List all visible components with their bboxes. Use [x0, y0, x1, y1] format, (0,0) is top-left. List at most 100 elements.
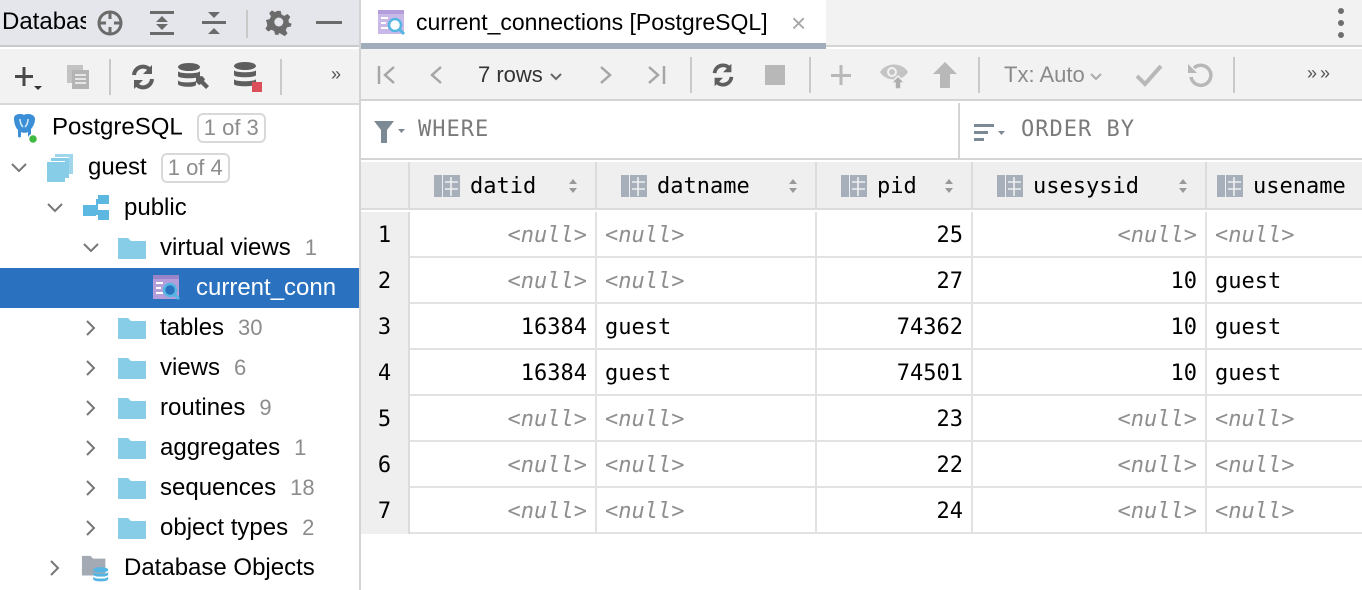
- cell-datid[interactable]: <null>: [410, 396, 597, 442]
- next-page-icon[interactable]: [589, 59, 621, 91]
- expand-all-icon[interactable]: [147, 8, 177, 38]
- more-actions-button[interactable]: »: [331, 64, 341, 85]
- tree-node-database-objects[interactable]: Database Objects: [0, 548, 359, 588]
- chevron-down-icon[interactable]: [9, 158, 29, 178]
- cell-datname[interactable]: <null>: [597, 488, 817, 534]
- disconnect-icon[interactable]: [231, 60, 265, 94]
- table-row[interactable]: 7 <null> <null> 24 <null> <null>: [361, 488, 1362, 534]
- sort-icon[interactable]: [567, 176, 579, 196]
- row-number-header[interactable]: [361, 162, 410, 210]
- cell-datname[interactable]: <null>: [597, 442, 817, 488]
- table-row[interactable]: 1 <null> <null> 25 <null> <null>: [361, 212, 1362, 258]
- column-header-usesysid[interactable]: usesysid: [973, 162, 1207, 210]
- cell-usesysid[interactable]: 10: [973, 304, 1207, 350]
- row-number[interactable]: 6: [361, 442, 410, 488]
- cell-usesysid[interactable]: <null>: [973, 396, 1207, 442]
- tree-node-routines[interactable]: routines 9: [0, 388, 359, 428]
- copy-icon[interactable]: [61, 60, 95, 94]
- row-number[interactable]: 7: [361, 488, 410, 534]
- chevron-right-icon[interactable]: [81, 398, 101, 418]
- transaction-mode-selector[interactable]: Tx: Auto: [1004, 62, 1103, 88]
- refresh-icon[interactable]: [126, 60, 160, 94]
- column-header-usename[interactable]: usename: [1207, 162, 1362, 210]
- column-header-pid[interactable]: pid: [817, 162, 973, 210]
- preview-pending-changes-icon[interactable]: [878, 59, 910, 91]
- gear-icon[interactable]: [264, 8, 294, 38]
- cell-usesysid[interactable]: <null>: [973, 212, 1207, 258]
- rollback-icon[interactable]: [1184, 59, 1216, 91]
- where-filter-input[interactable]: WHERE: [361, 103, 960, 160]
- cell-datid[interactable]: 16384: [410, 304, 597, 350]
- sort-icon[interactable]: [1177, 176, 1189, 196]
- last-page-icon[interactable]: [640, 59, 672, 91]
- table-row[interactable]: 6 <null> <null> 22 <null> <null>: [361, 442, 1362, 488]
- cell-usesysid[interactable]: <null>: [973, 488, 1207, 534]
- tree-node-current-connections[interactable]: current_conn: [0, 268, 359, 308]
- first-page-icon[interactable]: [371, 59, 403, 91]
- chevron-right-icon[interactable]: [81, 318, 101, 338]
- order-by-input[interactable]: ORDER BY: [962, 103, 1362, 160]
- cell-datid[interactable]: <null>: [410, 442, 597, 488]
- cell-datname[interactable]: <null>: [597, 396, 817, 442]
- add-icon[interactable]: [10, 60, 44, 94]
- refresh-icon[interactable]: [707, 59, 739, 91]
- tree-node-public[interactable]: public: [0, 188, 359, 228]
- sort-icon[interactable]: [974, 123, 1008, 148]
- column-header-datid[interactable]: datid: [410, 162, 597, 210]
- column-header-datname[interactable]: datname: [597, 162, 817, 210]
- row-number[interactable]: 4: [361, 350, 410, 396]
- sort-icon[interactable]: [943, 176, 955, 196]
- commit-icon[interactable]: [1133, 59, 1165, 91]
- cell-usename[interactable]: <null>: [1207, 488, 1362, 534]
- table-row[interactable]: 2 <null> <null> 27 10 guest: [361, 258, 1362, 304]
- row-number[interactable]: 1: [361, 212, 410, 258]
- cell-datid[interactable]: <null>: [410, 258, 597, 304]
- cell-datid[interactable]: <null>: [410, 488, 597, 534]
- chevron-right-icon[interactable]: [81, 478, 101, 498]
- row-number[interactable]: 2: [361, 258, 410, 304]
- cell-usesysid[interactable]: <null>: [973, 442, 1207, 488]
- tree-node-views[interactable]: views 6: [0, 348, 359, 388]
- chevron-right-icon[interactable]: [81, 358, 101, 378]
- cell-usename[interactable]: guest: [1207, 304, 1362, 350]
- tree-node-aggregates[interactable]: aggregates 1: [0, 428, 359, 468]
- cell-datid[interactable]: 16384: [410, 350, 597, 396]
- tree-node-postgresql[interactable]: PostgreSQL 1 of 3: [0, 108, 359, 148]
- more-options-icon[interactable]: [1334, 8, 1348, 38]
- table-row[interactable]: 4 16384 guest 74501 10 guest: [361, 350, 1362, 396]
- table-row[interactable]: 3 16384 guest 74362 10 guest: [361, 304, 1362, 350]
- tree-node-tables[interactable]: tables 30: [0, 308, 359, 348]
- collapse-all-icon[interactable]: [199, 8, 229, 38]
- row-number[interactable]: 5: [361, 396, 410, 442]
- chevron-right-icon[interactable]: [45, 558, 65, 578]
- cell-usesysid[interactable]: 10: [973, 258, 1207, 304]
- previous-page-icon[interactable]: [421, 59, 453, 91]
- cell-usesysid[interactable]: 10: [973, 350, 1207, 396]
- sort-icon[interactable]: [787, 176, 799, 196]
- more-toolbar-actions[interactable]: » »: [1307, 63, 1330, 84]
- cell-datname[interactable]: <null>: [597, 258, 817, 304]
- data-source-properties-icon[interactable]: [176, 60, 210, 94]
- cell-usename[interactable]: <null>: [1207, 442, 1362, 488]
- chevron-right-icon[interactable]: [81, 518, 101, 538]
- cell-usename[interactable]: <null>: [1207, 396, 1362, 442]
- table-row[interactable]: 5 <null> <null> 23 <null> <null>: [361, 396, 1362, 442]
- cell-datid[interactable]: <null>: [410, 212, 597, 258]
- stop-icon[interactable]: [759, 59, 791, 91]
- cell-pid[interactable]: 23: [817, 396, 973, 442]
- tree-node-object-types[interactable]: object types 2: [0, 508, 359, 548]
- chevron-down-icon[interactable]: [81, 238, 101, 258]
- filter-icon[interactable]: [373, 120, 407, 149]
- cell-pid[interactable]: 74362: [817, 304, 973, 350]
- cell-pid[interactable]: 24: [817, 488, 973, 534]
- chevron-right-icon[interactable]: [81, 438, 101, 458]
- locate-icon[interactable]: [95, 8, 125, 38]
- add-row-icon[interactable]: [825, 59, 857, 91]
- cell-datname[interactable]: guest: [597, 350, 817, 396]
- cell-datname[interactable]: guest: [597, 304, 817, 350]
- cell-usename[interactable]: <null>: [1207, 212, 1362, 258]
- cell-usename[interactable]: guest: [1207, 258, 1362, 304]
- tree-node-sequences[interactable]: sequences 18: [0, 468, 359, 508]
- row-number[interactable]: 3: [361, 304, 410, 350]
- chevron-down-icon[interactable]: [45, 198, 65, 218]
